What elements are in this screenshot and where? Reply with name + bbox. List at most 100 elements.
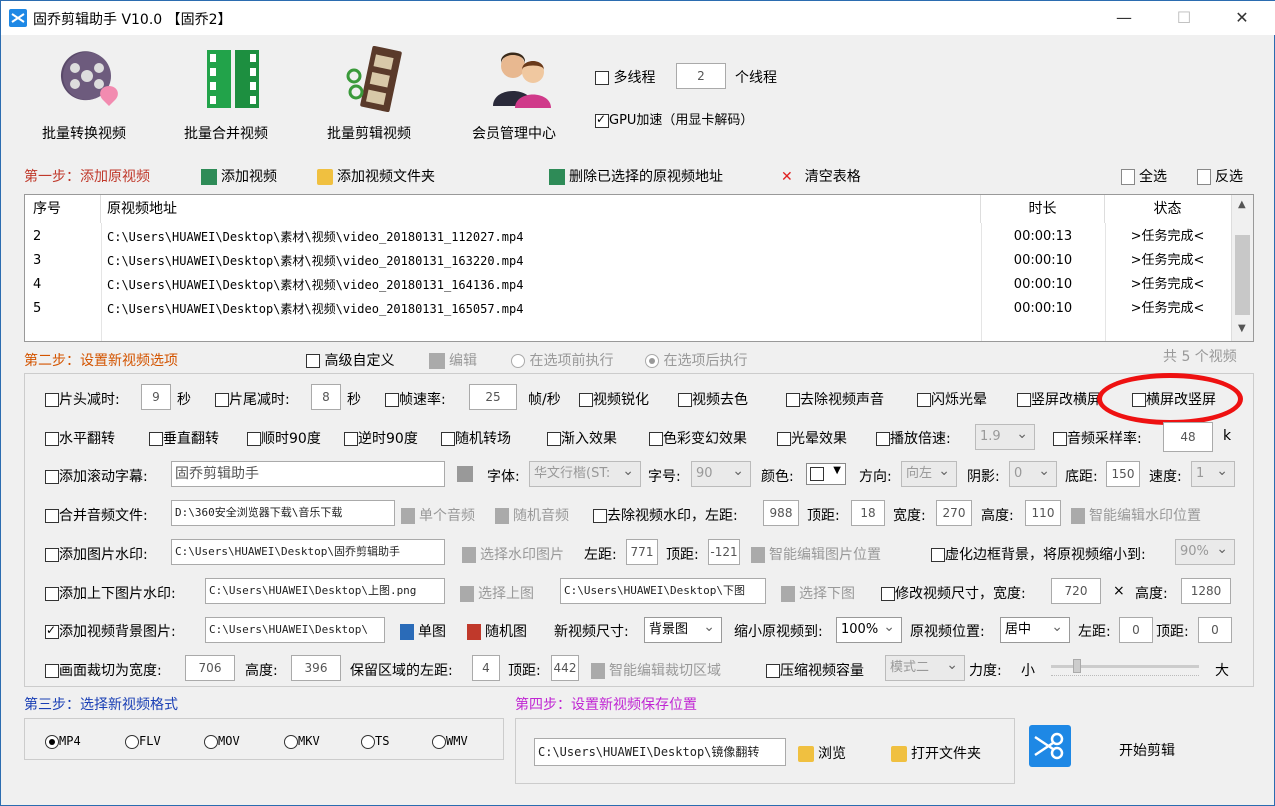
- samplerate-option[interactable]: 音频采样率:: [1053, 428, 1142, 448]
- multithread-option[interactable]: 多线程: [595, 67, 655, 87]
- scroll-up-icon[interactable]: ▲: [1238, 199, 1246, 210]
- bg-left-input[interactable]: 0: [1119, 617, 1153, 643]
- thread-count-input[interactable]: 2: [676, 63, 726, 89]
- glow-option[interactable]: 光晕效果: [777, 428, 847, 448]
- v2h-option[interactable]: 竖屏改横屏: [1017, 389, 1101, 409]
- hflip-option[interactable]: 水平翻转: [45, 428, 115, 448]
- crop-top-input[interactable]: 442: [551, 655, 579, 681]
- select-all-button[interactable]: 全选: [1121, 166, 1167, 186]
- subtitle-checkbox[interactable]: [45, 470, 59, 484]
- single-image-button[interactable]: 单图: [400, 621, 446, 641]
- batch-merge-button[interactable]: 批量合并视频: [171, 41, 281, 151]
- fade-checkbox[interactable]: [547, 432, 561, 446]
- save-path-input[interactable]: C:\Users\HUAWEI\Desktop\镜像翻转: [534, 738, 786, 766]
- direction-select[interactable]: 向左: [901, 461, 957, 487]
- speed-select[interactable]: 1.9: [975, 424, 1035, 450]
- wm-top-input[interactable]: 18: [851, 500, 885, 526]
- vflip-checkbox[interactable]: [149, 432, 163, 446]
- crop-left-input[interactable]: 4: [472, 655, 500, 681]
- ccw90-option[interactable]: 逆时90度: [344, 428, 418, 448]
- smart-crop-button[interactable]: 智能编辑裁切区域: [591, 660, 721, 680]
- samplerate-checkbox[interactable]: [1053, 432, 1067, 446]
- choose-watermark-image-button[interactable]: 选择水印图片: [462, 544, 564, 564]
- subtitle-settings-icon[interactable]: [457, 466, 473, 482]
- after-radio[interactable]: [645, 354, 659, 368]
- top-bottom-image-checkbox[interactable]: [45, 587, 59, 601]
- merge-audio-option[interactable]: 合并音频文件:: [45, 505, 148, 525]
- audio-path-input[interactable]: D:\360安全浏览器下载\音乐下载: [171, 500, 395, 526]
- v2h-checkbox[interactable]: [1017, 393, 1031, 407]
- format-radio[interactable]: [45, 734, 59, 749]
- clear-table-button[interactable]: ✕ 清空表格: [781, 166, 861, 186]
- advanced-checkbox[interactable]: [306, 354, 320, 368]
- resize-option[interactable]: 修改视频尺寸，宽度:: [881, 583, 1026, 603]
- fps-option[interactable]: 帧速率:: [385, 389, 446, 409]
- subtitle-option[interactable]: 添加滚动字幕:: [45, 466, 148, 486]
- force-slider[interactable]: [1051, 657, 1199, 679]
- format-mov-option[interactable]: MOV: [204, 734, 240, 749]
- crop-width-input[interactable]: 706: [185, 655, 235, 681]
- fps-checkbox[interactable]: [385, 393, 399, 407]
- hflip-checkbox[interactable]: [45, 432, 59, 446]
- bg-image-path[interactable]: C:\Users\HUAWEI\Desktop\: [205, 617, 385, 643]
- size-select[interactable]: 90: [691, 461, 751, 487]
- color-picker[interactable]: ▼: [806, 463, 846, 485]
- wm-width-input[interactable]: 270: [936, 500, 972, 526]
- close-button[interactable]: ✕: [1227, 7, 1257, 29]
- mute-checkbox[interactable]: [786, 393, 800, 407]
- table-row[interactable]: 5 C:\Users\HUAWEI\Desktop\素材\视频\video_20…: [25, 297, 1230, 321]
- format-radio[interactable]: [361, 734, 375, 749]
- position-select[interactable]: 居中: [1000, 617, 1070, 643]
- random-trans-option[interactable]: 随机转场: [441, 428, 511, 448]
- bg-top-input[interactable]: 0: [1198, 617, 1232, 643]
- advanced-option[interactable]: 高级自定义: [306, 350, 394, 370]
- vflip-option[interactable]: 垂直翻转: [149, 428, 219, 448]
- wm-left-input[interactable]: 988: [763, 500, 799, 526]
- speed-checkbox[interactable]: [876, 432, 890, 446]
- smart-watermark-button[interactable]: 智能编辑水印位置: [1071, 505, 1201, 525]
- format-radio[interactable]: [204, 734, 218, 749]
- batch-edit-button[interactable]: 批量剪辑视频: [314, 41, 424, 151]
- head-cut-checkbox[interactable]: [45, 393, 59, 407]
- format-mp4-option[interactable]: MP4: [45, 734, 81, 749]
- delete-selected-button[interactable]: 删除已选择的原视频地址: [549, 166, 723, 186]
- resize-checkbox[interactable]: [881, 587, 895, 601]
- edit-button[interactable]: 编辑: [429, 350, 477, 370]
- minimize-button[interactable]: —: [1109, 7, 1139, 29]
- tail-cut-checkbox[interactable]: [215, 393, 229, 407]
- top-bottom-image-option[interactable]: 添加上下图片水印:: [45, 583, 176, 603]
- compress-option[interactable]: 压缩视频容量: [766, 660, 864, 680]
- before-radio[interactable]: [511, 354, 525, 368]
- decolor-checkbox[interactable]: [678, 393, 692, 407]
- random-image-button[interactable]: 随机图: [467, 621, 527, 641]
- choose-top-image-button[interactable]: 选择上图: [460, 583, 534, 603]
- image-watermark-checkbox[interactable]: [45, 548, 59, 562]
- glow-checkbox[interactable]: [777, 432, 791, 446]
- scissors-icon[interactable]: [1029, 725, 1071, 767]
- random-audio-button[interactable]: 随机音频: [495, 505, 569, 525]
- format-mkv-option[interactable]: MKV: [284, 734, 320, 749]
- format-wmv-option[interactable]: WMV: [432, 734, 468, 749]
- add-video-button[interactable]: 添加视频: [201, 166, 277, 186]
- color-effect-option[interactable]: 色彩变幻效果: [649, 428, 747, 448]
- member-center-button[interactable]: 会员管理中心: [459, 41, 569, 151]
- batch-convert-button[interactable]: 批量转换视频: [29, 41, 139, 151]
- resize-height-input[interactable]: 1280: [1181, 578, 1231, 604]
- merge-audio-checkbox[interactable]: [45, 509, 59, 523]
- cw90-checkbox[interactable]: [247, 432, 261, 446]
- remove-watermark-option[interactable]: 去除视频水印，左距:: [593, 505, 738, 525]
- image-watermark-option[interactable]: 添加图片水印:: [45, 544, 148, 564]
- shadow-select[interactable]: 0: [1009, 461, 1057, 487]
- format-radio[interactable]: [284, 734, 298, 749]
- flash-option[interactable]: 闪烁光晕: [917, 389, 987, 409]
- bottom-input[interactable]: 150: [1106, 461, 1140, 487]
- fade-option[interactable]: 渐入效果: [547, 428, 617, 448]
- bg-image-option[interactable]: 添加视频背景图片:: [45, 621, 176, 641]
- cw90-option[interactable]: 顺时90度: [247, 428, 321, 448]
- sharpen-option[interactable]: 视频锐化: [579, 389, 649, 409]
- single-audio-button[interactable]: 单个音频: [401, 505, 475, 525]
- color-effect-checkbox[interactable]: [649, 432, 663, 446]
- maximize-button[interactable]: ☐: [1169, 7, 1199, 29]
- resize-width-input[interactable]: 720: [1051, 578, 1101, 604]
- open-folder-button[interactable]: 打开文件夹: [891, 743, 981, 763]
